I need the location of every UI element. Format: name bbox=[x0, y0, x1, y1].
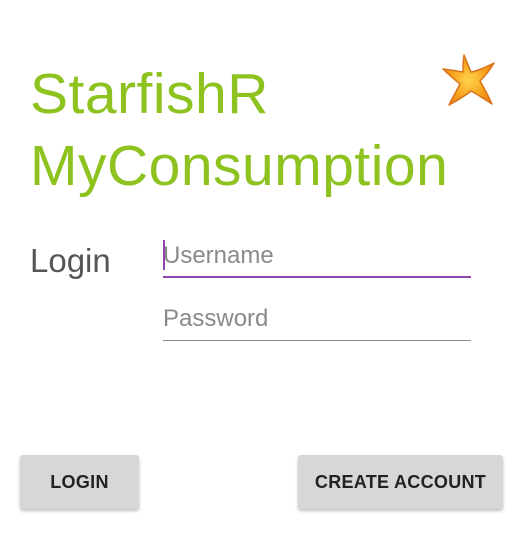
password-input[interactable] bbox=[163, 297, 471, 341]
app-title-line-2: MyConsumption bbox=[30, 134, 449, 198]
create-account-button[interactable]: CREATE ACCOUNT bbox=[298, 455, 503, 509]
app-title: StarfishR MyConsumption bbox=[30, 58, 448, 202]
username-input[interactable] bbox=[163, 234, 471, 278]
app-title-line-1: StarfishR bbox=[30, 62, 269, 126]
password-field-container bbox=[163, 297, 471, 341]
starfish-icon bbox=[442, 54, 495, 106]
username-underline bbox=[163, 276, 471, 278]
login-button[interactable]: LOGIN bbox=[20, 455, 139, 509]
password-underline bbox=[163, 340, 471, 341]
text-cursor bbox=[163, 240, 165, 270]
username-field-container bbox=[163, 234, 471, 278]
login-label: Login bbox=[30, 242, 111, 279]
